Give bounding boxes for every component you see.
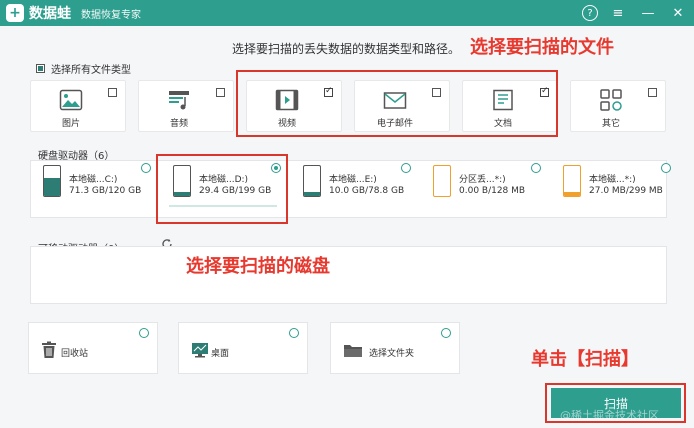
- folder-icon: [344, 345, 362, 357]
- drive-size: 27.0 MB/299 MB: [589, 186, 663, 196]
- location-radio[interactable]: [139, 328, 149, 338]
- hard-drive-list: 本地磁...C:) 71.3 GB/120 GB 本地磁...D:) 29.4 …: [30, 160, 671, 218]
- annotation-select-files: 选择要扫描的文件: [470, 37, 614, 58]
- drive-card[interactable]: 分区丢...*:) 0.00 B/128 MB: [421, 161, 549, 217]
- location-radio[interactable]: [441, 328, 451, 338]
- location-choose-folder[interactable]: 选择文件夹: [330, 322, 460, 374]
- drive-radio[interactable]: [661, 163, 671, 173]
- location-desktop[interactable]: 桌面: [178, 322, 308, 374]
- location-label: 桌面: [211, 349, 230, 359]
- location-label: 回收站: [61, 349, 89, 359]
- drive-radio[interactable]: [141, 163, 151, 173]
- drive-card[interactable]: 本地磁...*:) 27.0 MB/299 MB: [551, 161, 679, 217]
- drive-icon: [563, 165, 581, 197]
- app-logo: + 数据蛙 数据恢复专家: [6, 3, 141, 23]
- logo-icon: +: [6, 4, 24, 22]
- file-type-checkbox[interactable]: [108, 88, 117, 97]
- select-all-types[interactable]: 选择所有文件类型: [36, 61, 131, 76]
- drive-icon: [43, 165, 61, 197]
- close-button[interactable]: ✕: [668, 3, 688, 23]
- file-type-label: 其它: [601, 119, 620, 129]
- select-all-label: 选择所有文件类型: [51, 65, 131, 76]
- drive-card[interactable]: 本地磁...C:) 71.3 GB/120 GB: [31, 161, 159, 217]
- minimize-button[interactable]: —: [638, 3, 658, 23]
- app-name: 数据蛙: [29, 6, 71, 22]
- drive-size: 10.0 GB/78.8 GB: [329, 186, 405, 196]
- scan-hint: 选择要扫描的丢失数据的数据类型和路径。: [232, 42, 461, 56]
- file-type-image[interactable]: 图片: [30, 80, 126, 132]
- trash-icon: [42, 341, 56, 358]
- location-recycle-bin[interactable]: 回收站: [28, 322, 158, 374]
- highlight-drive: [156, 154, 288, 224]
- drive-icon: [303, 165, 321, 197]
- select-all-checkbox[interactable]: [36, 64, 45, 73]
- file-type-label: 音频: [169, 119, 188, 129]
- file-type-label: 图片: [61, 119, 80, 129]
- annotation-click-scan: 单击【扫描】: [531, 349, 639, 370]
- app-subtitle: 数据恢复专家: [81, 9, 141, 21]
- location-label: 选择文件夹: [369, 349, 415, 359]
- drive-name: 本地磁...E:): [329, 175, 377, 185]
- drive-icon: [433, 165, 451, 197]
- help-button[interactable]: ?: [582, 5, 598, 21]
- annotation-select-disk: 选择要扫描的磁盘: [186, 256, 330, 277]
- menu-button[interactable]: ≡: [608, 3, 628, 23]
- file-type-checkbox[interactable]: [216, 88, 225, 97]
- drive-radio[interactable]: [531, 163, 541, 173]
- watermark: @稀土掘金技术社区: [560, 409, 659, 422]
- desktop-icon: [192, 343, 208, 358]
- removable-drive-area: [30, 246, 667, 304]
- title-bar: + 数据蛙 数据恢复专家 ? ≡ — ✕: [0, 0, 694, 26]
- highlight-file-types: [236, 70, 558, 137]
- location-radio[interactable]: [289, 328, 299, 338]
- drive-size: 71.3 GB/120 GB: [69, 186, 142, 196]
- file-type-audio[interactable]: 音频: [138, 80, 234, 132]
- drive-radio[interactable]: [401, 163, 411, 173]
- other-icon: [600, 89, 622, 111]
- drive-name: 本地磁...*:): [589, 175, 636, 185]
- drive-size: 0.00 B/128 MB: [459, 186, 526, 196]
- image-icon: [59, 89, 83, 111]
- music-icon: [169, 91, 189, 110]
- drive-card[interactable]: 本地磁...E:) 10.0 GB/78.8 GB: [291, 161, 419, 217]
- drive-name: 本地磁...C:): [69, 175, 118, 185]
- drive-name: 分区丢...*:): [459, 175, 506, 185]
- file-type-other[interactable]: 其它: [570, 80, 666, 132]
- file-type-checkbox[interactable]: [648, 88, 657, 97]
